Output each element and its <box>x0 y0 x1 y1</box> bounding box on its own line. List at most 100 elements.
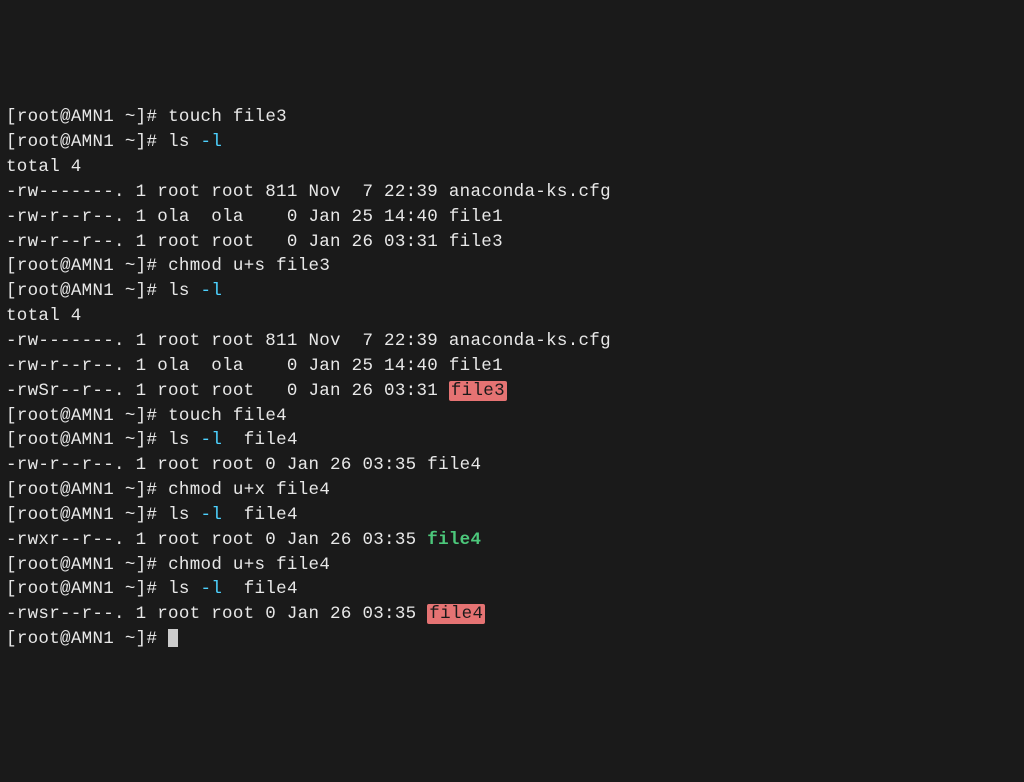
prompt-path: ~ <box>114 256 136 276</box>
terminal-line: [root@AMN1 ~]# touch file4 <box>6 404 1018 429</box>
prompt-hash: # <box>146 555 157 575</box>
prompt-hash: # <box>146 406 157 426</box>
prompt-close-bracket: ] <box>136 505 147 525</box>
prompt-sep: @ <box>60 480 71 500</box>
prompt-open-bracket: [ <box>6 132 17 152</box>
prompt-hash: # <box>146 505 157 525</box>
prompt-host: AMN1 <box>71 430 114 450</box>
prompt-hash: # <box>146 629 157 649</box>
prompt-host: AMN1 <box>71 555 114 575</box>
command-arg: file4 <box>222 579 298 599</box>
prompt-open-bracket: [ <box>6 406 17 426</box>
prompt-close-bracket: ] <box>136 107 147 127</box>
command-option: -l <box>201 132 223 152</box>
prompt-host: AMN1 <box>71 132 114 152</box>
terminal-line: [root@AMN1 ~]# chmod u+s file3 <box>6 254 1018 279</box>
terminal-line: [root@AMN1 ~]# chmod u+s file4 <box>6 553 1018 578</box>
prompt-sep: @ <box>60 256 71 276</box>
terminal-line: [root@AMN1 ~]# ls -l file4 <box>6 577 1018 602</box>
prompt-sep: @ <box>60 281 71 301</box>
highlight-setuid-file: file3 <box>449 381 507 401</box>
prompt-sep: @ <box>60 107 71 127</box>
prompt-open-bracket: [ <box>6 430 17 450</box>
cursor <box>168 629 178 647</box>
prompt-hash: # <box>146 480 157 500</box>
command-option: -l <box>201 430 223 450</box>
prompt-path: ~ <box>114 430 136 450</box>
prompt-close-bracket: ] <box>136 406 147 426</box>
command-text: ls <box>168 579 190 599</box>
prompt-open-bracket: [ <box>6 256 17 276</box>
prompt-host: AMN1 <box>71 406 114 426</box>
prompt-user: root <box>17 281 60 301</box>
prompt-hash: # <box>146 107 157 127</box>
terminal-line: [root@AMN1 ~]# <box>6 627 1018 652</box>
terminal-line: [root@AMN1 ~]# touch file3 <box>6 105 1018 130</box>
prompt-host: AMN1 <box>71 107 114 127</box>
prompt-close-bracket: ] <box>136 132 147 152</box>
prompt-host: AMN1 <box>71 579 114 599</box>
prompt-path: ~ <box>114 555 136 575</box>
prompt-user: root <box>17 406 60 426</box>
prompt-sep: @ <box>60 406 71 426</box>
terminal-output-line: total 4 <box>6 155 1018 180</box>
terminal-output-line: -rw-r--r--. 1 root root 0 Jan 26 03:31 f… <box>6 230 1018 255</box>
prompt-open-bracket: [ <box>6 480 17 500</box>
prompt-hash: # <box>146 132 157 152</box>
command-text: chmod u+x file4 <box>168 480 330 500</box>
prompt-open-bracket: [ <box>6 629 17 649</box>
command-option: -l <box>201 579 223 599</box>
terminal-output-line: -rwsr--r--. 1 root root 0 Jan 26 03:35 f… <box>6 602 1018 627</box>
prompt-hash: # <box>146 281 157 301</box>
prompt-sep: @ <box>60 430 71 450</box>
prompt-path: ~ <box>114 629 136 649</box>
prompt-sep: @ <box>60 555 71 575</box>
terminal-output[interactable]: [root@AMN1 ~]# touch file3[root@AMN1 ~]#… <box>6 105 1018 652</box>
command-text: ls <box>168 132 190 152</box>
prompt-close-bracket: ] <box>136 430 147 450</box>
prompt-user: root <box>17 505 60 525</box>
terminal-output-line: -rw-r--r--. 1 ola ola 0 Jan 25 14:40 fil… <box>6 205 1018 230</box>
command-text: ls <box>168 505 190 525</box>
prompt-close-bracket: ] <box>136 579 147 599</box>
prompt-close-bracket: ] <box>136 256 147 276</box>
terminal-output-line: -rwxr--r--. 1 root root 0 Jan 26 03:35 f… <box>6 528 1018 553</box>
prompt-user: root <box>17 430 60 450</box>
command-text: ls <box>168 430 190 450</box>
prompt-hash: # <box>146 430 157 450</box>
command-text: touch file4 <box>168 406 287 426</box>
prompt-host: AMN1 <box>71 505 114 525</box>
prompt-sep: @ <box>60 132 71 152</box>
command-text: ls <box>168 281 190 301</box>
command-option: -l <box>201 505 223 525</box>
prompt-user: root <box>17 256 60 276</box>
highlight-setuid-file: file4 <box>427 604 485 624</box>
prompt-open-bracket: [ <box>6 107 17 127</box>
prompt-user: root <box>17 480 60 500</box>
prompt-open-bracket: [ <box>6 555 17 575</box>
terminal-output-line: -rw-r--r--. 1 ola ola 0 Jan 25 14:40 fil… <box>6 354 1018 379</box>
terminal-output-line: total 4 <box>6 304 1018 329</box>
command-option: -l <box>201 281 223 301</box>
prompt-path: ~ <box>114 132 136 152</box>
terminal-line: [root@AMN1 ~]# ls -l <box>6 130 1018 155</box>
terminal-line: [root@AMN1 ~]# ls -l file4 <box>6 503 1018 528</box>
executable-file: file4 <box>427 530 481 550</box>
prompt-sep: @ <box>60 629 71 649</box>
command-text: chmod u+s file4 <box>168 555 330 575</box>
terminal-output-line: -rwSr--r--. 1 root root 0 Jan 26 03:31 f… <box>6 379 1018 404</box>
prompt-path: ~ <box>114 107 136 127</box>
prompt-hash: # <box>146 579 157 599</box>
command-arg: file4 <box>222 505 298 525</box>
prompt-close-bracket: ] <box>136 555 147 575</box>
prompt-close-bracket: ] <box>136 629 147 649</box>
prompt-user: root <box>17 579 60 599</box>
prompt-close-bracket: ] <box>136 281 147 301</box>
prompt-user: root <box>17 132 60 152</box>
prompt-host: AMN1 <box>71 256 114 276</box>
prompt-path: ~ <box>114 281 136 301</box>
terminal-line: [root@AMN1 ~]# chmod u+x file4 <box>6 478 1018 503</box>
prompt-sep: @ <box>60 579 71 599</box>
prompt-path: ~ <box>114 480 136 500</box>
prompt-path: ~ <box>114 579 136 599</box>
